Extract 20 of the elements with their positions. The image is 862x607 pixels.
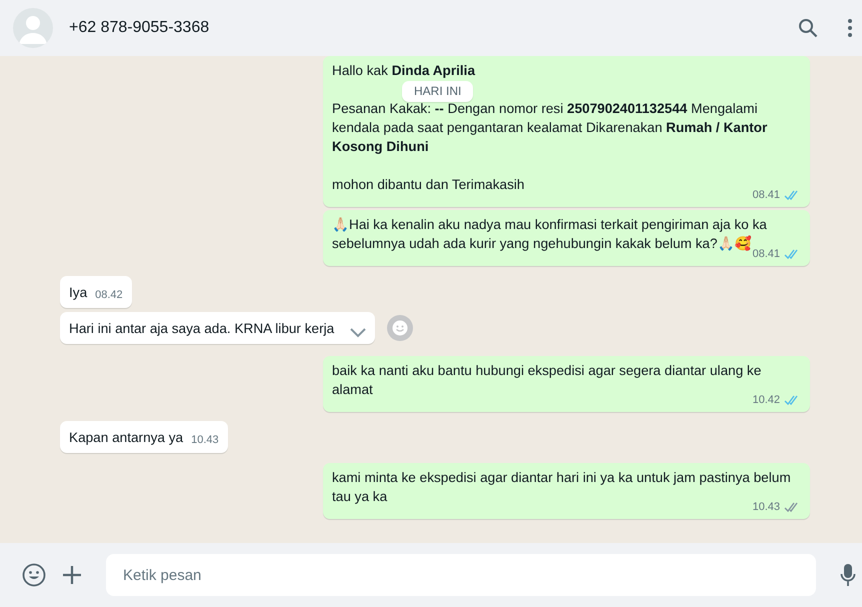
message-text: Kapan antarnya ya bbox=[69, 429, 184, 447]
message-text: Pesanan Kakak: -- Dengan nomor resi 2507902401132544 Mengalami kendala pada saat pengantaran kealamat Dikarenakan Rumah / Kantor Kosong Dihuni bbox=[332, 100, 768, 156]
message-time: 10.43 bbox=[191, 433, 219, 448]
message-time: 08.41 bbox=[752, 188, 780, 203]
double-check-icon bbox=[784, 249, 800, 260]
menu-icon[interactable] bbox=[848, 19, 852, 37]
message-text: mohon dibantu dan Terimakasih bbox=[332, 176, 526, 194]
double-check-icon bbox=[784, 395, 800, 406]
search-icon[interactable] bbox=[798, 18, 818, 38]
message-text: Iya bbox=[69, 284, 88, 302]
message-input[interactable]: Ketik pesan bbox=[106, 554, 816, 596]
double-check-icon bbox=[784, 502, 800, 513]
plus-icon[interactable] bbox=[62, 565, 82, 585]
message-time: 08.42 bbox=[95, 288, 123, 303]
message-text: Hari ini antar aja saya ada. KRNA libur kerja bbox=[69, 320, 334, 338]
emoji-icon[interactable] bbox=[22, 563, 46, 587]
microphone-icon[interactable] bbox=[840, 563, 856, 587]
date-badge: HARI INI bbox=[402, 81, 474, 102]
double-check-icon bbox=[784, 190, 800, 201]
message-text: Hallo kak Dinda Aprilia bbox=[332, 62, 476, 80]
